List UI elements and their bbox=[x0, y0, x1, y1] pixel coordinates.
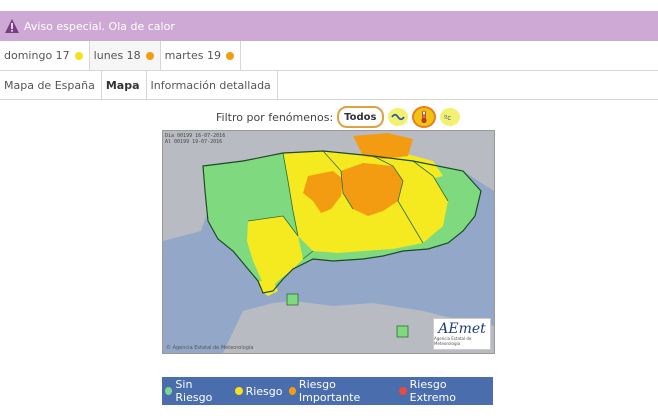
tab-informacion-detallada[interactable]: Información detallada bbox=[147, 71, 278, 99]
filter-other-button[interactable]: ºc bbox=[439, 108, 460, 126]
day-tabs: domingo 17 lunes 18 martes 19 bbox=[0, 41, 658, 71]
aemet-logo: AEmet Agencia Estatal de Meteorología bbox=[433, 318, 491, 350]
filter-todos-button[interactable]: Todos bbox=[337, 106, 384, 128]
legend-dot bbox=[234, 387, 243, 395]
day-tab-sunday[interactable]: domingo 17 bbox=[0, 41, 90, 70]
day-tab-label: lunes 18 bbox=[93, 49, 141, 62]
warning-triangle-icon bbox=[5, 19, 19, 33]
day-tab-label: domingo 17 bbox=[4, 49, 70, 62]
filter-temperature-button[interactable] bbox=[411, 106, 436, 128]
risk-dot bbox=[225, 51, 234, 60]
legend-label: Sin Riesgo bbox=[175, 378, 213, 404]
logo-subtitle: Agencia Estatal de Meteorología bbox=[434, 336, 472, 346]
view-tabs: Mapa de España Mapa Información detallad… bbox=[0, 71, 658, 100]
risk-dot bbox=[74, 51, 83, 60]
legend-label: Riesgo Importante bbox=[298, 378, 361, 404]
svg-text:ºc: ºc bbox=[444, 114, 451, 122]
filter-coastal-button[interactable] bbox=[387, 108, 408, 126]
legend-item: Riesgo Importante bbox=[288, 378, 394, 404]
legend-dot bbox=[165, 387, 173, 395]
tab-mapa[interactable]: Mapa bbox=[102, 71, 147, 99]
map-date-stamp: Día 00199 16-07-2016 Al 00199 19-07-2016 bbox=[165, 133, 225, 145]
logo-brand: AEmet bbox=[438, 321, 486, 337]
tab-mapa-espana[interactable]: Mapa de España bbox=[0, 71, 102, 99]
risk-legend: Sin Riesgo Riesgo Riesgo Importante Ries… bbox=[162, 377, 493, 405]
tab-label: Información detallada bbox=[150, 78, 271, 92]
legend-item: Sin Riesgo bbox=[165, 378, 229, 404]
tab-label: Mapa de España bbox=[4, 78, 95, 92]
legend-label: Riesgo bbox=[245, 384, 283, 398]
legend-dot bbox=[399, 387, 407, 395]
alert-banner: Aviso especial. Ola de calor bbox=[0, 11, 658, 41]
legend-item: Riesgo Extremo bbox=[399, 378, 490, 404]
waves-icon bbox=[390, 113, 405, 121]
legend-dot bbox=[288, 387, 296, 395]
risk-dot bbox=[145, 51, 154, 60]
day-tab-tuesday[interactable]: martes 19 bbox=[161, 41, 241, 70]
thermometer-icon bbox=[420, 110, 427, 124]
legend-item: Riesgo bbox=[234, 384, 283, 398]
map-credit: © Agencia Estatal de Meteorología bbox=[166, 345, 254, 351]
legend-label: Riesgo Extremo bbox=[409, 378, 456, 404]
day-tab-label: martes 19 bbox=[164, 49, 221, 62]
heat-icon: ºc bbox=[444, 114, 451, 122]
filter-label: Filtro por fenómenos: bbox=[216, 110, 334, 124]
phenomena-filter: Filtro por fenómenos: Todos ºc bbox=[216, 106, 460, 128]
map-stamp-line: Al 00199 19-07-2016 bbox=[165, 139, 223, 145]
alert-banner-text: Aviso especial. Ola de calor bbox=[24, 19, 175, 33]
tab-label: Mapa bbox=[105, 78, 140, 92]
day-tab-monday[interactable]: lunes 18 bbox=[89, 41, 161, 70]
warnings-map[interactable]: Día 00199 16-07-2016 Al 00199 19-07-2016… bbox=[162, 130, 495, 354]
